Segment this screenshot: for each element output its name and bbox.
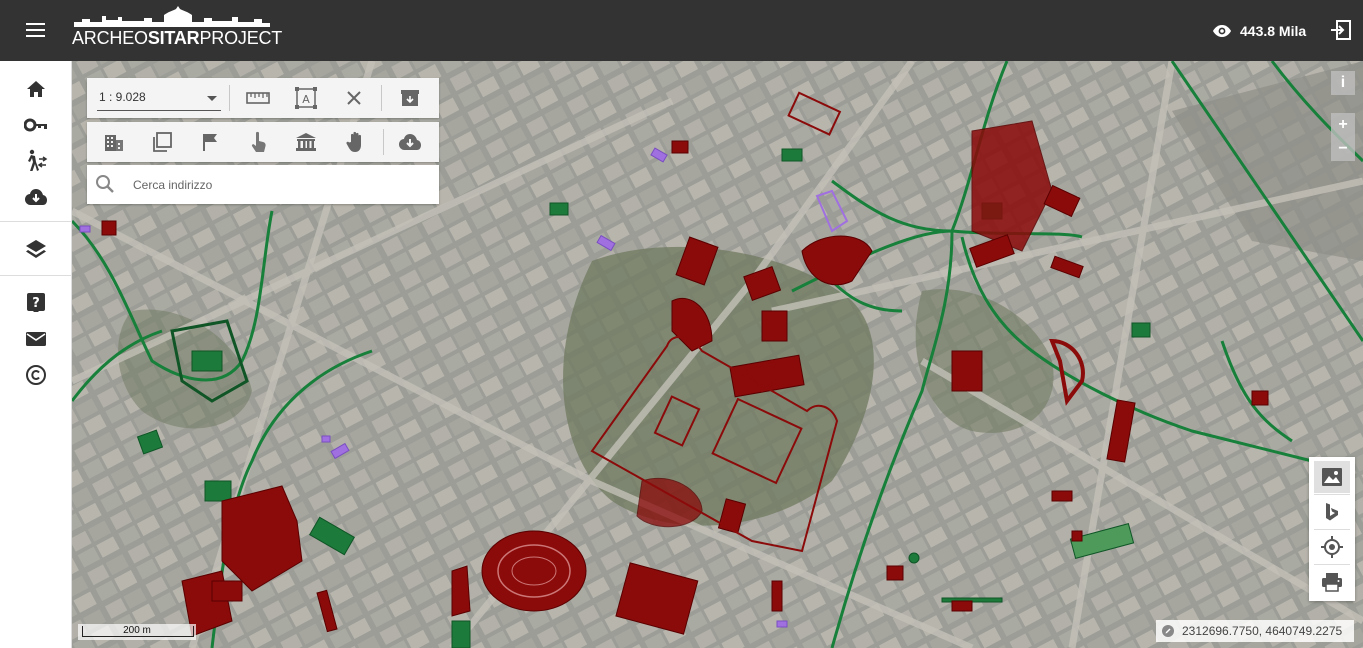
- museum-icon[interactable]: [293, 129, 319, 155]
- archive-icon[interactable]: [397, 85, 423, 111]
- building-icon[interactable]: [101, 129, 127, 155]
- logo[interactable]: ARCHEOSITARPROJECT: [72, 6, 282, 50]
- eye-icon: [1213, 25, 1231, 37]
- print-icon[interactable]: [1314, 566, 1350, 598]
- image-layer-icon[interactable]: [1314, 461, 1350, 493]
- search-icon: [95, 174, 117, 196]
- scale-bar-label: 200 m: [123, 625, 151, 636]
- map-side-panel: [1309, 457, 1355, 601]
- text-frame-icon[interactable]: A: [293, 85, 319, 111]
- cloud-download-icon[interactable]: [22, 183, 50, 211]
- layers-icon[interactable]: [22, 235, 50, 263]
- address-search: [87, 165, 439, 204]
- info-icon[interactable]: i: [1331, 71, 1355, 95]
- scale-bar: 200 m: [78, 624, 196, 640]
- copyright-icon[interactable]: [22, 361, 50, 389]
- panel-divider: [1314, 529, 1350, 530]
- toolbar-separator: [229, 85, 230, 111]
- scale-select[interactable]: 1 : 9.028: [97, 86, 221, 111]
- sidebar: ?: [0, 61, 72, 648]
- toolbar-separator: [381, 85, 382, 111]
- toolbar-row-1: 1 : 9.028 A: [87, 78, 439, 118]
- logo-suffix: PROJECT: [199, 28, 283, 48]
- help-icon[interactable]: ?: [22, 289, 50, 317]
- mail-icon[interactable]: [22, 325, 50, 353]
- search-input[interactable]: [131, 171, 435, 199]
- toolbar-row-2: [87, 122, 439, 162]
- panel-divider: [1314, 564, 1350, 565]
- bing-icon[interactable]: [1314, 496, 1350, 528]
- zoom-out-icon[interactable]: −: [1331, 137, 1355, 161]
- walking-person-icon[interactable]: [22, 147, 50, 175]
- close-icon[interactable]: [341, 85, 367, 111]
- sidebar-divider: [0, 221, 71, 222]
- logo-bold: SITAR: [147, 28, 200, 48]
- pencil-icon[interactable]: [1162, 625, 1174, 637]
- key-icon[interactable]: [22, 111, 50, 139]
- chevron-down-icon: [207, 96, 217, 101]
- views-count: 443.8 Mila: [1240, 23, 1307, 39]
- cloud-download-icon[interactable]: [397, 129, 423, 155]
- touch-icon[interactable]: [245, 129, 271, 155]
- svg-text:A: A: [302, 93, 310, 106]
- coordinates-display: 2312696.7750, 4640749.2275: [1156, 620, 1354, 642]
- ruler-icon[interactable]: [245, 85, 271, 111]
- hand-icon[interactable]: [343, 129, 369, 155]
- map-toolbar: 1 : 9.028 A: [87, 78, 439, 204]
- skyline-logo-icon: [74, 6, 270, 27]
- scale-value: 1 : 9.028: [99, 90, 146, 104]
- logo-prefix: ARCHEO: [72, 28, 148, 48]
- toolbar-separator: [383, 129, 384, 155]
- login-icon[interactable]: [1329, 18, 1353, 42]
- menu-icon[interactable]: [24, 20, 48, 40]
- copy-layers-icon[interactable]: [149, 129, 175, 155]
- locate-icon[interactable]: [1314, 531, 1350, 563]
- views-counter: 443.8 Mila: [1212, 20, 1306, 42]
- zoom-in-icon[interactable]: +: [1331, 113, 1355, 137]
- svg-text:?: ?: [32, 296, 40, 311]
- sidebar-divider: [0, 275, 71, 276]
- panel-divider: [1314, 494, 1350, 495]
- flag-icon[interactable]: [197, 129, 223, 155]
- coordinates-value: 2312696.7750, 4640749.2275: [1182, 624, 1343, 638]
- top-bar: ARCHEOSITARPROJECT 443.8 Mila: [0, 0, 1363, 61]
- home-icon[interactable]: [22, 75, 50, 103]
